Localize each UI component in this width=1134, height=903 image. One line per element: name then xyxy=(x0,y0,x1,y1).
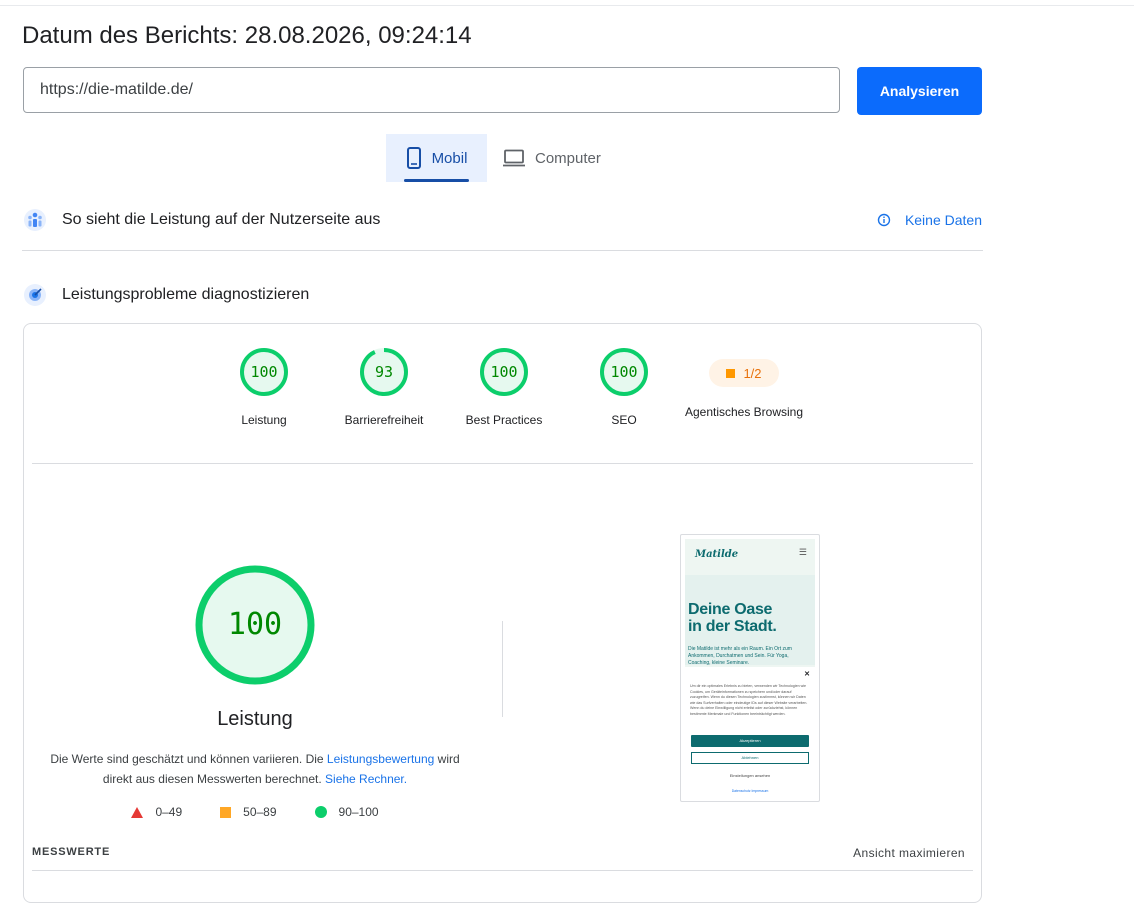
top-divider xyxy=(0,5,1134,6)
tab-active-indicator xyxy=(404,179,469,182)
performance-big-gauge: 100 xyxy=(194,564,316,691)
section-divider xyxy=(22,250,983,251)
user-experience-section: So sieht die Leistung auf der Nutzerseit… xyxy=(22,207,982,233)
score-legend: 0–49 50–89 90–100 xyxy=(24,805,486,819)
no-data-link[interactable]: Keine Daten xyxy=(877,212,982,228)
big-gauge-score: 100 xyxy=(228,607,282,642)
legend-range: 50–89 xyxy=(243,805,277,819)
gauge-label: SEO xyxy=(611,413,637,427)
lab-data-icon xyxy=(22,282,48,308)
gauge-score: 100 xyxy=(250,363,277,381)
category-gauge-accessibility[interactable]: 93 Barrierefreiheit xyxy=(324,346,444,430)
close-icon: ✕ xyxy=(804,671,810,678)
metrics-divider xyxy=(32,870,973,871)
gauge-label: Best Practices xyxy=(465,413,543,427)
thumbnail-footer-links: Datenschutz Impressum xyxy=(731,789,769,793)
tab-mobile[interactable]: Mobil xyxy=(386,134,487,182)
category-gauge-best-practices[interactable]: 100 Best Practices xyxy=(444,346,564,430)
tab-mobile-label: Mobil xyxy=(431,149,468,167)
agentic-score: 1/2 xyxy=(743,365,762,381)
no-data-label: Keine Daten xyxy=(904,212,982,228)
gauge-score: 93 xyxy=(375,363,393,381)
desc-text-1: Die Werte sind geschätzt und können vari… xyxy=(50,752,327,766)
expand-view-toggle[interactable]: Ansicht maximieren xyxy=(853,846,965,860)
gauge-score: 100 xyxy=(610,363,637,381)
user-experience-title: So sieht die Leistung auf der Nutzerseit… xyxy=(62,211,381,228)
phone-icon xyxy=(406,147,421,169)
diagnose-title: Leistungsprobleme diagnostizieren xyxy=(62,286,310,303)
category-gauge-performance[interactable]: 100 Leistung xyxy=(204,346,324,430)
info-icon xyxy=(877,213,891,227)
thumbnail-settings-link: Einstellungen ansehen xyxy=(729,773,771,778)
field-data-icon xyxy=(22,207,48,233)
legend-range: 0–49 xyxy=(155,805,183,819)
thumbnail-intro-text: Die Matilde ist mehr als ein Raum. Ein O… xyxy=(688,646,792,666)
triangle-icon xyxy=(131,806,144,818)
thumbnail-logo: Matilde xyxy=(695,549,739,560)
report-card: 100 Leistung 93 Barrierefreiheit 100 Bes… xyxy=(23,323,982,903)
card-divider xyxy=(32,463,973,464)
category-gauge-seo[interactable]: 100 SEO xyxy=(564,346,684,430)
url-input[interactable] xyxy=(23,67,840,113)
vertical-divider xyxy=(502,621,503,717)
thumbnail-headline-line-2: in der Stadt. xyxy=(688,618,777,635)
square-icon xyxy=(220,806,232,818)
performance-title: Leistung xyxy=(217,708,293,730)
gauge-label: Agentisches Browsing xyxy=(684,405,804,419)
gauge-label: Barrierefreiheit xyxy=(344,413,424,427)
report-date-title: Datum des Berichts: 28.08.2026, 09:24:14 xyxy=(22,22,472,49)
page-screenshot-thumbnail: Matilde ☰ Deine Oase in der Stadt. Die M… xyxy=(680,534,820,802)
thumbnail-consent-modal: ✕ Um dir ein optimales Erlebnis zu biete… xyxy=(685,667,815,797)
agentic-score-pill: 1/2 xyxy=(709,359,779,387)
average-square-icon xyxy=(726,368,736,378)
calculator-link[interactable]: Siehe Rechner. xyxy=(325,772,407,786)
metrics-label: MESSWERTE xyxy=(32,846,111,858)
thumbnail-accept-button: Akzeptieren xyxy=(691,735,809,747)
thumbnail-headline-line-1: Deine Oase xyxy=(688,601,773,618)
category-gauge-agentic-browsing[interactable]: 1/2 Agentisches Browsing xyxy=(684,346,804,422)
performance-score-link[interactable]: Leistungsbewertung xyxy=(327,752,434,766)
tab-computer[interactable]: Computer xyxy=(503,134,623,182)
gauge-score: 100 xyxy=(490,363,517,381)
diagnose-section: Leistungsprobleme diagnostizieren xyxy=(22,282,982,308)
thumbnail-consent-text: Um dir ein optimales Erlebnis zu bieten,… xyxy=(690,684,808,716)
thumbnail-decline-button: Ablehnen xyxy=(691,752,809,764)
gauge-label: Leistung xyxy=(241,413,287,427)
thumbnail-content: Matilde ☰ Deine Oase in der Stadt. Die M… xyxy=(685,539,815,797)
tab-computer-label: Computer xyxy=(535,149,601,167)
circle-icon xyxy=(314,806,327,818)
legend-fail: 0–49 xyxy=(131,805,182,819)
analyze-button[interactable]: Analysieren xyxy=(857,67,982,115)
thumbnail-headline: Deine Oase in der Stadt. xyxy=(688,601,777,635)
legend-range: 90–100 xyxy=(338,805,379,819)
legend-pass: 90–100 xyxy=(314,805,379,819)
hamburger-menu-icon: ☰ xyxy=(798,547,807,557)
performance-description: Die Werte sind geschätzt und können vari… xyxy=(44,749,466,789)
legend-average: 50–89 xyxy=(220,805,277,819)
laptop-icon xyxy=(503,149,525,167)
